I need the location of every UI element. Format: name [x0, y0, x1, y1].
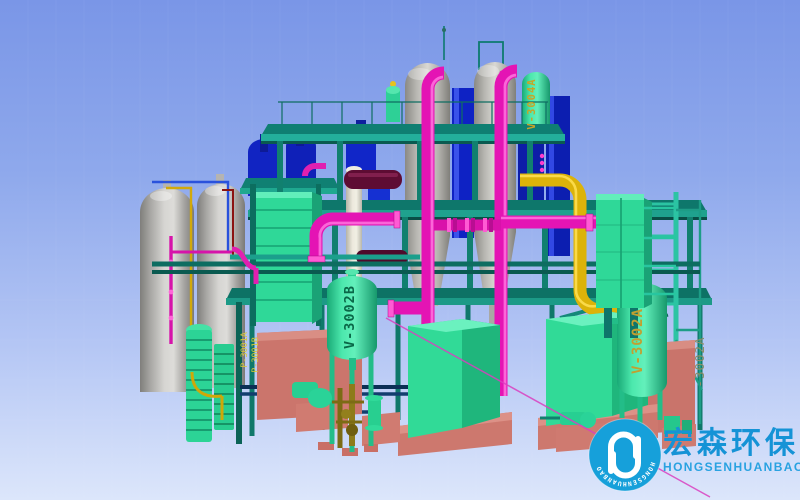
tag-p3001a: P-3001A	[240, 332, 250, 368]
green-tank-box-a	[408, 319, 500, 438]
logo-name-cn: 宏森环保	[663, 426, 799, 461]
tag-p3001b: P-3001B	[251, 337, 261, 373]
plant-3d-view: V-3004A V-3002B V-3002A -3002A P-3001A P…	[0, 0, 800, 500]
small-green-drum	[386, 86, 400, 122]
tag-v3002a: V-3002A	[630, 308, 646, 374]
logo-name-en: HONGSENHUANBAO	[663, 460, 800, 474]
tag-v3002b: V-3002B	[342, 285, 358, 349]
tag-v3004a: V-3004A	[526, 78, 538, 129]
cad-viewport: V-3004A V-3002B V-3002A -3002A P-3001A P…	[0, 0, 800, 500]
tag-3002a-partial: -3002A	[692, 336, 707, 387]
